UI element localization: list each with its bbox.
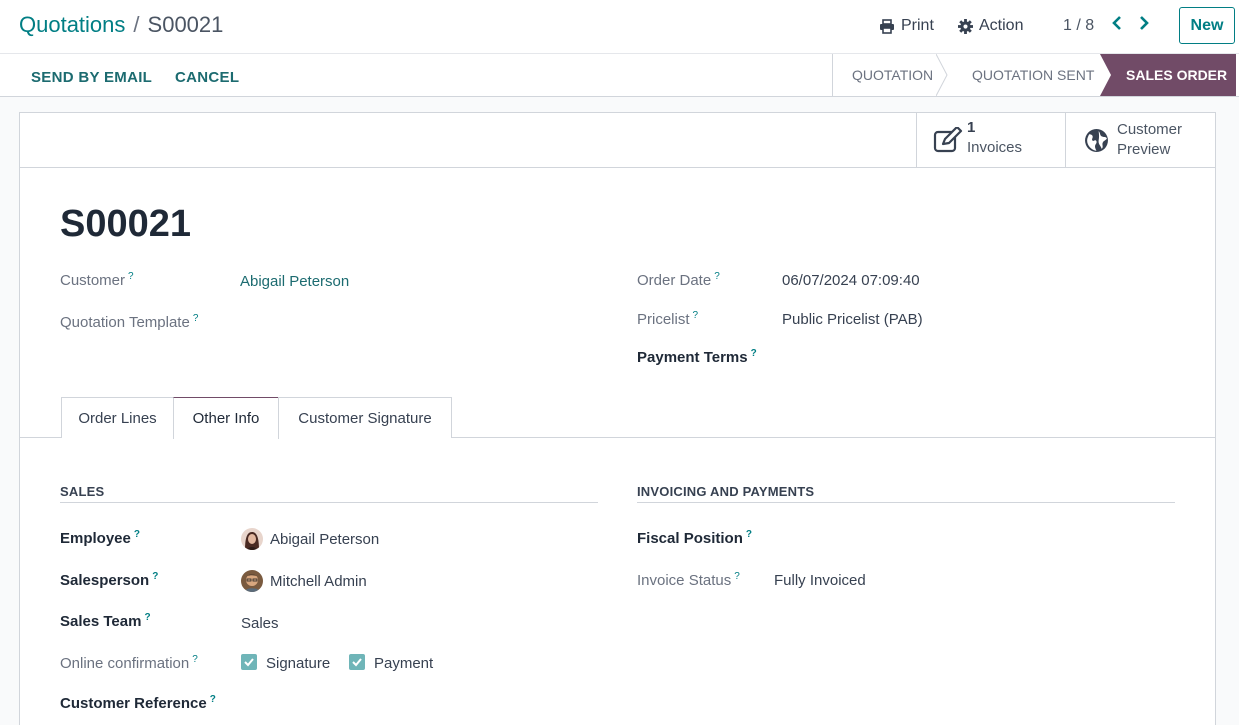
employee-avatar [241, 528, 263, 550]
breadcrumb-quotations-link[interactable]: Quotations [19, 12, 125, 37]
checkmark-icon [244, 658, 254, 667]
breadcrumb-current: S00021 [147, 12, 224, 37]
stage-sales-order[interactable]: SALES ORDER [1100, 54, 1236, 96]
invoices-smart-button[interactable]: 1 Invoices [916, 113, 1065, 167]
invoicing-section-divider [637, 502, 1175, 503]
notebook-tabs: Order Lines Other Info Customer Signatur… [20, 397, 1215, 439]
pricelist-field[interactable]: Public Pricelist (PAB) [782, 311, 923, 328]
employee-label: Employee? [60, 529, 140, 547]
employee-avatar-image [241, 528, 263, 550]
fiscal-position-label: Fiscal Position? [637, 529, 752, 547]
cancel-button[interactable]: CANCEL [175, 69, 239, 86]
customer-preview-label-line2: Preview [1117, 141, 1171, 158]
status-bar: QUOTATION QUOTATION SENT SALES ORDER [832, 54, 1236, 96]
chevron-left-icon [1112, 16, 1121, 30]
invoice-status-label: Invoice Status? [637, 571, 740, 589]
employee-field[interactable]: Abigail Peterson [270, 531, 379, 548]
edit-document-icon [933, 127, 963, 153]
signature-checkbox[interactable] [241, 654, 257, 670]
order-date-field[interactable]: 06/07/2024 07:09:40 [782, 272, 920, 289]
send-by-email-button[interactable]: SEND BY EMAIL [31, 69, 152, 86]
pricelist-label: Pricelist? [637, 310, 699, 328]
help-icon[interactable]: ? [746, 529, 752, 540]
customer-field[interactable]: Abigail Peterson [240, 273, 349, 290]
checkmark-icon [352, 658, 362, 667]
invoice-status-field: Fully Invoiced [774, 572, 866, 589]
help-icon[interactable]: ? [128, 271, 134, 282]
payment-terms-label: Payment Terms? [637, 348, 757, 366]
breadcrumb: Quotations / S00021 [19, 12, 223, 38]
new-button[interactable]: New [1179, 7, 1235, 44]
salesperson-field[interactable]: Mitchell Admin [270, 573, 367, 590]
gear-icon [958, 18, 973, 34]
help-icon[interactable]: ? [144, 612, 150, 623]
online-confirmation-label: Online confirmation? [60, 654, 198, 672]
breadcrumb-separator: / [133, 12, 140, 37]
globe-icon [1085, 128, 1108, 152]
record-title: S00021 [60, 203, 192, 245]
help-icon[interactable]: ? [134, 529, 140, 540]
help-icon[interactable]: ? [210, 694, 216, 705]
tab-order-lines[interactable]: Order Lines [61, 397, 174, 438]
pager-value[interactable]: 1 / 8 [1063, 17, 1094, 35]
control-panel: Quotations / S00021 Print Action 1 / 8 New [0, 0, 1239, 54]
stage-sales-order-label: SALES ORDER [1126, 67, 1228, 83]
help-icon[interactable]: ? [152, 571, 158, 582]
invoices-label: Invoices [967, 139, 1023, 156]
smart-button-bar: 1 Invoices Customer Preview [20, 113, 1215, 168]
sales-team-label: Sales Team? [60, 612, 151, 630]
customer-label: Customer? [60, 271, 134, 289]
order-date-label: Order Date? [637, 271, 720, 289]
tab-customer-signature[interactable]: Customer Signature [278, 397, 452, 438]
sales-team-field[interactable]: Sales [241, 615, 279, 632]
stage-quotation-sent-label: QUOTATION SENT [972, 67, 1095, 83]
customer-reference-label: Customer Reference? [60, 694, 216, 712]
help-icon[interactable]: ? [751, 348, 757, 359]
chevron-right-icon [1140, 16, 1149, 30]
salesperson-avatar-image [241, 570, 263, 592]
help-icon[interactable]: ? [714, 271, 720, 282]
help-icon[interactable]: ? [193, 313, 199, 324]
sales-section-title: SALES [60, 484, 105, 499]
quotation-template-label: Quotation Template? [60, 313, 199, 331]
stage-quotation-label: QUOTATION [852, 67, 934, 83]
stage-quotation[interactable]: QUOTATION [833, 54, 948, 96]
printer-icon [880, 18, 894, 34]
pager-previous-button[interactable] [1111, 15, 1123, 36]
customer-preview-label-line1: Customer [1117, 121, 1183, 138]
action-button[interactable]: Action [958, 17, 1023, 35]
invoicing-section-title: INVOICING AND PAYMENTS [637, 484, 815, 499]
salesperson-avatar [241, 570, 263, 592]
customer-preview-button[interactable]: Customer Preview [1065, 113, 1215, 167]
action-label: Action [979, 17, 1024, 34]
payment-checkbox[interactable] [349, 654, 365, 670]
print-button[interactable]: Print [879, 17, 934, 35]
tab-other-info[interactable]: Other Info [173, 397, 279, 439]
sales-section-divider [60, 502, 598, 503]
help-icon[interactable]: ? [734, 571, 740, 582]
pager-next-button[interactable] [1138, 15, 1150, 36]
invoices-count: 1 [967, 119, 976, 136]
salesperson-label: Salesperson? [60, 571, 159, 589]
payment-checkbox-label: Payment [374, 655, 434, 672]
help-icon[interactable]: ? [693, 310, 699, 321]
signature-checkbox-label: Signature [266, 655, 331, 672]
form-sheet: 1 Invoices Customer Preview S00021 Custo… [19, 112, 1216, 725]
print-label: Print [901, 17, 934, 34]
stage-arrow-icon [1100, 54, 1111, 96]
help-icon[interactable]: ? [192, 654, 198, 665]
stage-quotation-sent[interactable]: QUOTATION SENT [947, 54, 1100, 96]
